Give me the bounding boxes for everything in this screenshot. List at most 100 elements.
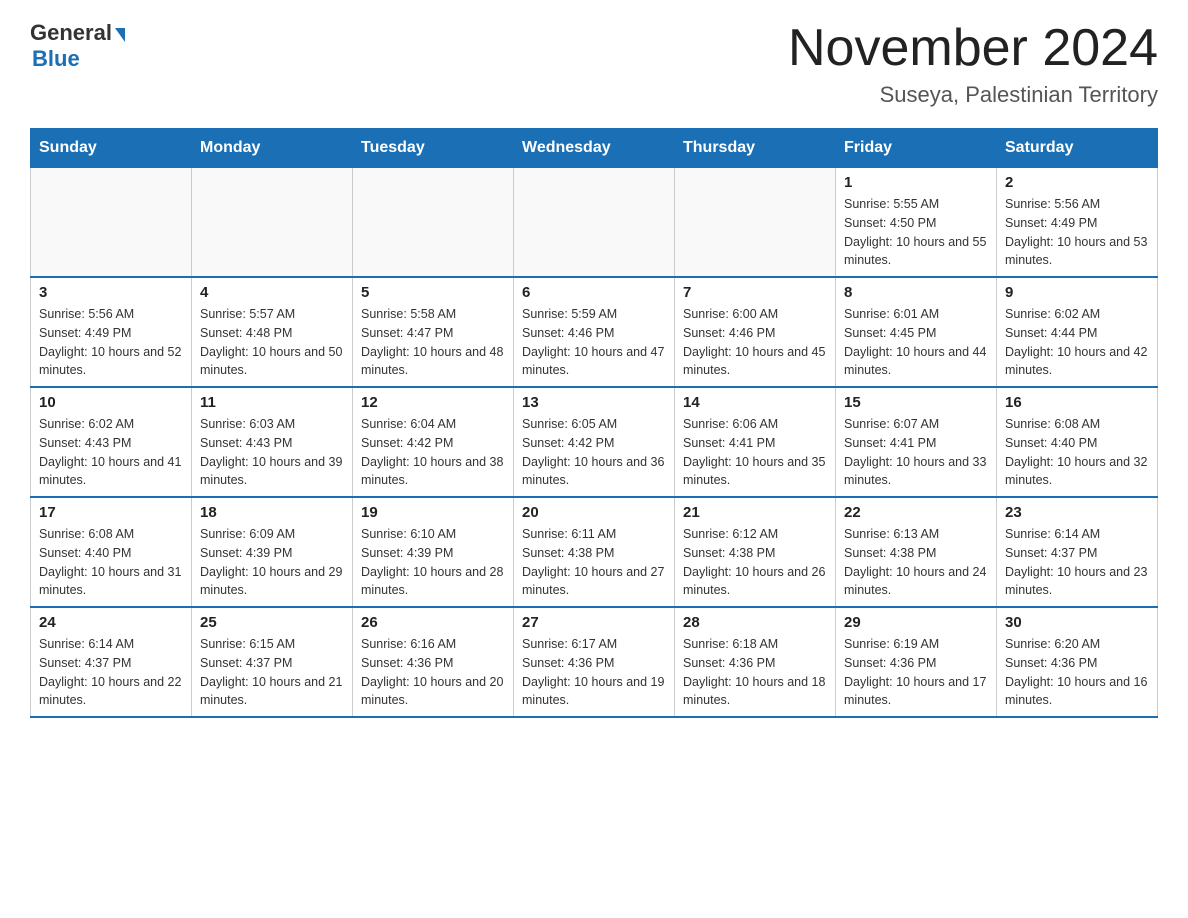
day-info-line: Sunrise: 6:06 AM bbox=[683, 417, 778, 431]
day-info-line: Daylight: 10 hours and 32 minutes. bbox=[1005, 455, 1147, 488]
day-info: Sunrise: 6:00 AMSunset: 4:46 PMDaylight:… bbox=[683, 305, 827, 380]
day-info-line: Sunrise: 6:00 AM bbox=[683, 307, 778, 321]
day-info-line: Sunset: 4:37 PM bbox=[200, 656, 292, 670]
logo: General Blue bbox=[30, 20, 125, 72]
day-info: Sunrise: 6:08 AMSunset: 4:40 PMDaylight:… bbox=[39, 525, 183, 600]
day-info-line: Daylight: 10 hours and 35 minutes. bbox=[683, 455, 825, 488]
day-info-line: Daylight: 10 hours and 47 minutes. bbox=[522, 345, 664, 378]
day-info: Sunrise: 6:17 AMSunset: 4:36 PMDaylight:… bbox=[522, 635, 666, 710]
day-number: 20 bbox=[522, 504, 666, 521]
calendar-cell: 17Sunrise: 6:08 AMSunset: 4:40 PMDayligh… bbox=[31, 497, 192, 607]
day-info: Sunrise: 6:18 AM Sunset: 4:36 PM Daylight:… bbox=[683, 635, 827, 710]
calendar-cell: 10 Sunrise: 6:02 AMSunset: 4:43 PMDayligh… bbox=[31, 387, 192, 497]
day-info-line: Sunset: 4:40 PM bbox=[1005, 436, 1097, 450]
calendar-table: SundayMondayTuesdayWednesdayThursdayFrid… bbox=[30, 128, 1158, 718]
day-info-line: Daylight: 10 hours and 26 minutes. bbox=[683, 565, 825, 598]
calendar-cell: 11Sunrise: 6:03 AMSunset: 4:43 PMDayligh… bbox=[192, 387, 353, 497]
day-info-line: Daylight: 10 hours and 52 minutes. bbox=[39, 345, 181, 378]
day-info: Sunrise: 6:19 AMSunset: 4:36 PMDaylight:… bbox=[844, 635, 988, 710]
day-info: Sunrise: 6:07 AMSunset: 4:41 PMDaylight:… bbox=[844, 415, 988, 490]
day-number: 13 bbox=[522, 394, 666, 411]
calendar-cell: 27Sunrise: 6:17 AMSunset: 4:36 PMDayligh… bbox=[514, 607, 675, 717]
day-info-line: Sunset: 4:36 PM bbox=[522, 656, 614, 670]
day-info-line: Daylight: 10 hours and 48 minutes. bbox=[361, 345, 503, 378]
subtitle: Suseya, Palestinian Territory bbox=[788, 82, 1158, 108]
day-info-line: Sunrise: 6:05 AM bbox=[522, 417, 617, 431]
page-header: General Blue November 2024 Suseya, Pales… bbox=[30, 20, 1158, 108]
day-info: Sunrise: 6:05 AMSunset: 4:42 PMDaylight:… bbox=[522, 415, 666, 490]
day-info-line: Daylight: 10 hours and 28 minutes. bbox=[361, 565, 503, 598]
day-info-line: Sunset: 4:40 PM bbox=[39, 546, 131, 560]
day-info-line: Sunrise: 5:59 AM bbox=[522, 307, 617, 321]
day-info-line: Sunrise: 6:19 AM bbox=[844, 637, 939, 651]
calendar-header: SundayMondayTuesdayWednesdayThursdayFrid… bbox=[31, 129, 1158, 168]
header-row: SundayMondayTuesdayWednesdayThursdayFrid… bbox=[31, 129, 1158, 168]
day-info-line: Daylight: 10 hours and 29 minutes. bbox=[200, 565, 342, 598]
day-info-line: Sunset: 4:50 PM bbox=[844, 216, 936, 230]
day-info-line: Sunrise: 6:15 AM bbox=[200, 637, 295, 651]
calendar-cell bbox=[675, 168, 836, 278]
day-number: 19 bbox=[361, 504, 505, 521]
calendar-cell: 6Sunrise: 5:59 AMSunset: 4:46 PMDaylight… bbox=[514, 277, 675, 387]
title-block: November 2024 Suseya, Palestinian Territ… bbox=[788, 20, 1158, 108]
day-info-line: Sunset: 4:36 PM bbox=[683, 656, 775, 670]
day-info-line: Sunrise: 6:02 AM bbox=[39, 417, 134, 431]
day-info: Sunrise: 6:14 AMSunset: 4:37 PMDaylight:… bbox=[1005, 525, 1149, 600]
day-number: 7 bbox=[683, 284, 827, 301]
day-info-line: Sunset: 4:38 PM bbox=[844, 546, 936, 560]
day-info-line: Daylight: 10 hours and 38 minutes. bbox=[361, 455, 503, 488]
calendar-cell: 25Sunrise: 6:15 AMSunset: 4:37 PMDayligh… bbox=[192, 607, 353, 717]
calendar-cell bbox=[353, 168, 514, 278]
calendar-cell: 13Sunrise: 6:05 AMSunset: 4:42 PMDayligh… bbox=[514, 387, 675, 497]
day-info: Sunrise: 6:02 AMSunset: 4:43 PMDaylight:… bbox=[39, 415, 183, 490]
logo-blue-text: Blue bbox=[32, 46, 80, 72]
day-info-line: Sunset: 4:38 PM bbox=[683, 546, 775, 560]
calendar-cell: 26Sunrise: 6:16 AMSunset: 4:36 PMDayligh… bbox=[353, 607, 514, 717]
day-number: 10 bbox=[39, 394, 183, 411]
calendar-cell: 1Sunrise: 5:55 AMSunset: 4:50 PMDaylight… bbox=[836, 168, 997, 278]
header-day-saturday: Saturday bbox=[997, 129, 1158, 168]
day-info-line: Daylight: 10 hours and 22 minutes. bbox=[39, 675, 181, 708]
calendar-cell: 14 Sunrise: 6:06 AM Sunset: 4:41 PM Dayligh… bbox=[675, 387, 836, 497]
day-info: Sunrise: 6:04 AMSunset: 4:42 PMDaylight:… bbox=[361, 415, 505, 490]
day-info-line: Sunrise: 6:04 AM bbox=[361, 417, 456, 431]
day-info-line: Sunset: 4:36 PM bbox=[844, 656, 936, 670]
header-day-tuesday: Tuesday bbox=[353, 129, 514, 168]
logo-arrow-icon bbox=[115, 28, 125, 42]
calendar-cell: 5Sunrise: 5:58 AMSunset: 4:47 PMDaylight… bbox=[353, 277, 514, 387]
day-info: Sunrise: 6:12 AMSunset: 4:38 PMDaylight:… bbox=[683, 525, 827, 600]
day-info-line: Sunset: 4:41 PM bbox=[683, 436, 775, 450]
day-number: 29 bbox=[844, 614, 988, 631]
day-number: 21 bbox=[683, 504, 827, 521]
week-row-1: 1Sunrise: 5:55 AMSunset: 4:50 PMDaylight… bbox=[31, 168, 1158, 278]
day-number: 14 bbox=[683, 394, 827, 411]
day-info-line: Sunset: 4:49 PM bbox=[39, 326, 131, 340]
day-info-line: Sunset: 4:42 PM bbox=[522, 436, 614, 450]
day-info-line: Sunrise: 6:18 AM bbox=[683, 637, 778, 651]
main-title: November 2024 bbox=[788, 20, 1158, 77]
header-day-monday: Monday bbox=[192, 129, 353, 168]
day-info-line: Daylight: 10 hours and 18 minutes. bbox=[683, 675, 825, 708]
day-info: Sunrise: 6:20 AMSunset: 4:36 PMDaylight:… bbox=[1005, 635, 1149, 710]
day-info-line: Sunrise: 6:08 AM bbox=[39, 527, 134, 541]
calendar-cell: 29Sunrise: 6:19 AMSunset: 4:36 PMDayligh… bbox=[836, 607, 997, 717]
day-info-line: Sunrise: 6:01 AM bbox=[844, 307, 939, 321]
calendar-cell: 21 Sunrise: 6:12 AMSunset: 4:38 PMDayligh… bbox=[675, 497, 836, 607]
day-number: 4 bbox=[200, 284, 344, 301]
day-info-line: Daylight: 10 hours and 45 minutes. bbox=[683, 345, 825, 378]
day-number: 6 bbox=[522, 284, 666, 301]
calendar-cell bbox=[514, 168, 675, 278]
day-info-line: Sunrise: 6:16 AM bbox=[361, 637, 456, 651]
calendar-cell: 7 Sunrise: 6:00 AMSunset: 4:46 PMDaylight… bbox=[675, 277, 836, 387]
day-info: Sunrise: 5:58 AMSunset: 4:47 PMDaylight:… bbox=[361, 305, 505, 380]
day-info-line: Sunset: 4:36 PM bbox=[1005, 656, 1097, 670]
day-info-line: Daylight: 10 hours and 42 minutes. bbox=[1005, 345, 1147, 378]
day-info: Sunrise: 6:11 AMSunset: 4:38 PMDaylight:… bbox=[522, 525, 666, 600]
day-number: 28 bbox=[683, 614, 827, 631]
header-day-friday: Friday bbox=[836, 129, 997, 168]
calendar-cell: 20 Sunrise: 6:11 AMSunset: 4:38 PMDayligh… bbox=[514, 497, 675, 607]
day-number: 17 bbox=[39, 504, 183, 521]
day-info-line: Daylight: 10 hours and 33 minutes. bbox=[844, 455, 986, 488]
day-info-line: Sunset: 4:41 PM bbox=[844, 436, 936, 450]
day-info-line: Sunrise: 6:14 AM bbox=[39, 637, 134, 651]
